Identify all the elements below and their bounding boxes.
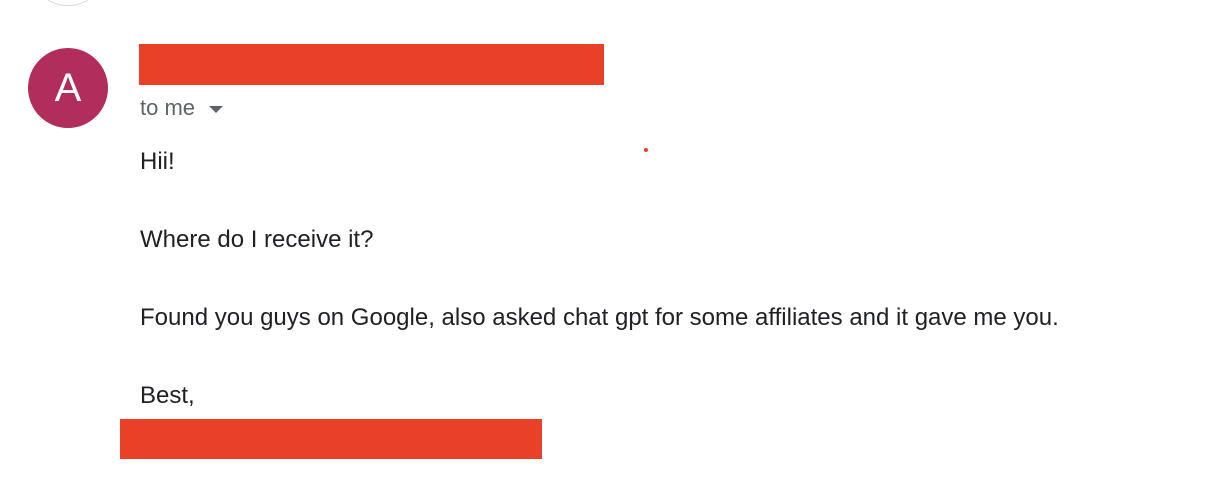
sender-avatar-letter: A bbox=[54, 66, 82, 110]
message-line-signoff: Best, bbox=[140, 382, 195, 409]
message-line-question: Where do I receive it? bbox=[140, 226, 374, 253]
message-line-source: Found you guys on Google, also asked cha… bbox=[140, 304, 1059, 331]
recipients-toggle[interactable]: to me bbox=[140, 94, 224, 122]
signature-redaction bbox=[120, 419, 542, 459]
stray-mark bbox=[644, 148, 648, 152]
message-line-greeting: Hii! bbox=[140, 148, 175, 175]
recipients-label: to me bbox=[140, 95, 196, 120]
previous-message-avatar bbox=[28, 0, 108, 6]
sender-name-redaction bbox=[139, 44, 604, 85]
sender-avatar[interactable]: A bbox=[28, 48, 108, 128]
caret-down-icon[interactable] bbox=[209, 105, 224, 113]
